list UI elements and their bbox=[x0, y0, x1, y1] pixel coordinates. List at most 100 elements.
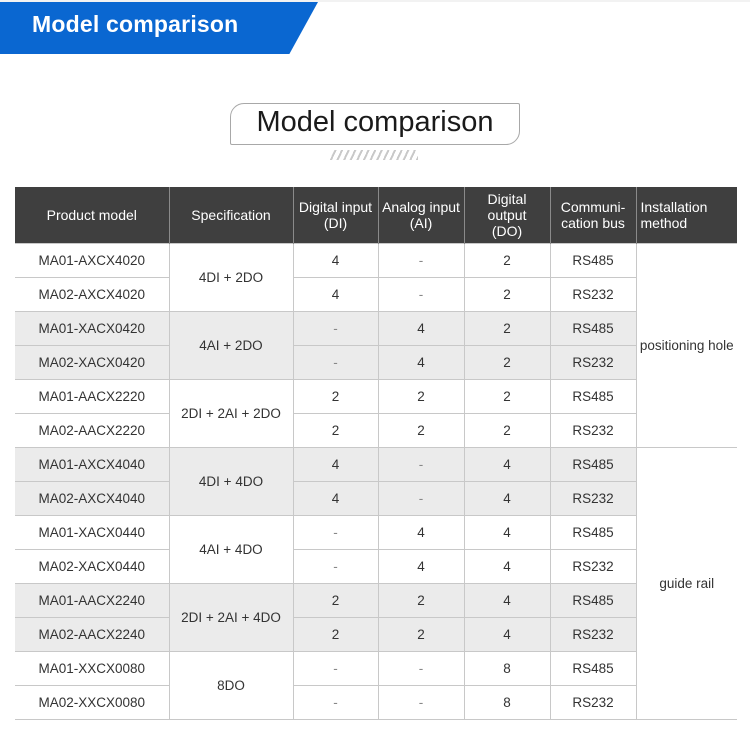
cell-product-model: MA01-XXCX0080 bbox=[15, 651, 170, 686]
cell-di: - bbox=[292, 651, 379, 686]
cell-ai: - bbox=[377, 243, 465, 278]
cell-do: 2 bbox=[463, 379, 551, 414]
model-comparison-table: Product model Specification Digital inpu… bbox=[15, 187, 737, 720]
cell-ai: - bbox=[377, 685, 465, 720]
cell-product-model: MA02-AACX2220 bbox=[15, 413, 170, 448]
cell-do: 2 bbox=[463, 311, 551, 346]
cell-do: 4 bbox=[463, 447, 551, 482]
header-product-model: Product model bbox=[15, 187, 169, 244]
cell-communication-bus: RS485 bbox=[549, 515, 637, 550]
header-communication-bus: Communi-cation bus bbox=[549, 187, 636, 244]
cell-product-model: MA01-AXCX4020 bbox=[15, 243, 170, 278]
cell-specification: 4DI + 2DO bbox=[168, 243, 294, 312]
cell-communication-bus: RS232 bbox=[549, 345, 637, 380]
cell-ai: 2 bbox=[377, 379, 465, 414]
header-analog-input: Analog input (AI) bbox=[377, 187, 464, 244]
cell-do: 4 bbox=[463, 515, 551, 550]
cell-di: 4 bbox=[292, 277, 379, 312]
cell-communication-bus: RS232 bbox=[549, 481, 637, 516]
cell-di: 4 bbox=[292, 243, 379, 278]
table-row: MA02-AXCX4020 4-2 RS232 bbox=[15, 277, 737, 312]
table-row: MA02-XXCX0080- -8 RS232 bbox=[15, 685, 737, 720]
cell-do: 8 bbox=[463, 651, 551, 686]
cell-di: 4 bbox=[292, 481, 379, 516]
cell-do: 4 bbox=[463, 583, 551, 618]
cell-specification: 4AI + 2DO bbox=[168, 311, 294, 380]
cell-product-model: MA01-XACX0440 bbox=[15, 515, 170, 550]
cell-di: - bbox=[292, 549, 379, 584]
cell-installation-method: guide rail bbox=[635, 447, 737, 720]
table-row: MA02-XACX0420 -4 2 RS232 bbox=[15, 345, 737, 380]
cell-ai: 2 bbox=[377, 583, 465, 618]
cell-communication-bus: RS232 bbox=[549, 549, 637, 584]
cell-ai: 4 bbox=[377, 515, 465, 550]
cell-specification: 2DI + 2AI + 4DO bbox=[168, 583, 294, 652]
table-header-row: Product model Specification Digital inpu… bbox=[15, 187, 737, 244]
top-strip bbox=[0, 0, 750, 2]
cell-do: 2 bbox=[463, 413, 551, 448]
cell-ai: - bbox=[377, 651, 465, 686]
heading-title: Model comparison bbox=[256, 106, 494, 138]
cell-communication-bus: RS232 bbox=[549, 413, 637, 448]
cell-di: 2 bbox=[292, 413, 379, 448]
header-digital-input: Digital input (DI) bbox=[292, 187, 378, 244]
cell-ai: 4 bbox=[377, 345, 465, 380]
cell-communication-bus: RS485 bbox=[549, 447, 637, 482]
table-row: MA01-AXCX4040 4DI + 4DO 4-4 RS485 guide rail bbox=[15, 447, 737, 720]
cell-di: 2 bbox=[292, 379, 379, 414]
cell-specification: 4DI + 4DO bbox=[168, 447, 294, 516]
cell-product-model: MA01-XACX0420 bbox=[15, 311, 170, 346]
cell-communication-bus: RS232 bbox=[549, 685, 637, 720]
cell-installation-method: positioning hole bbox=[635, 243, 737, 448]
cell-di: - bbox=[292, 345, 379, 380]
cell-specification: 2DI + 2AI + 2DO bbox=[168, 379, 294, 448]
cell-communication-bus: RS485 bbox=[549, 379, 637, 414]
cell-ai: - bbox=[377, 447, 465, 482]
table-row: MA02-AACX2240 2 2 4 RS232 bbox=[15, 617, 737, 652]
cell-communication-bus: RS485 bbox=[549, 583, 637, 618]
cell-communication-bus: RS485 bbox=[549, 651, 637, 686]
cell-product-model: MA02-AXCX4040 bbox=[15, 481, 170, 516]
cell-product-model: MA02-XACX0440 bbox=[15, 549, 170, 584]
cell-product-model: MA02-XXCX0080 bbox=[15, 685, 170, 720]
cell-ai: 2 bbox=[377, 617, 465, 652]
cell-do: 4 bbox=[463, 617, 551, 652]
cell-ai: - bbox=[377, 481, 465, 516]
cell-ai: 2 bbox=[377, 413, 465, 448]
cell-do: 4 bbox=[463, 549, 551, 584]
table-row: MA01-AACX2220 2DI + 2AI + 2DO 2 2 2 RS485 bbox=[15, 379, 737, 448]
header-specification: Specification bbox=[168, 187, 293, 244]
decorative-hatch bbox=[330, 150, 418, 160]
cell-specification: 8DO bbox=[168, 651, 294, 720]
table-row: MA01-XXCX0080 8DO - -8 RS485 bbox=[15, 651, 737, 720]
cell-di: 4 bbox=[292, 447, 379, 482]
cell-communication-bus: RS485 bbox=[549, 311, 637, 346]
cell-communication-bus: RS232 bbox=[549, 617, 637, 652]
cell-di: - bbox=[292, 685, 379, 720]
heading-box: Model comparison bbox=[230, 103, 520, 145]
cell-do: 2 bbox=[463, 277, 551, 312]
cell-communication-bus: RS485 bbox=[549, 243, 637, 278]
cell-specification: 4AI + 4DO bbox=[168, 515, 294, 584]
cell-do: 4 bbox=[463, 481, 551, 516]
banner-title: Model comparison bbox=[32, 11, 239, 37]
cell-do: 2 bbox=[463, 243, 551, 278]
cell-ai: - bbox=[377, 277, 465, 312]
table-row: MA02-AACX2220 2 2 2 RS232 bbox=[15, 413, 737, 448]
table-row: MA01-XACX0420 4AI + 2DO -4 2 RS485 bbox=[15, 311, 737, 380]
cell-ai: 4 bbox=[377, 311, 465, 346]
table-row: MA01-AACX2240 2DI + 2AI + 4DO 2 2 4 RS485 bbox=[15, 583, 737, 652]
cell-product-model: MA02-AXCX4020 bbox=[15, 277, 170, 312]
cell-di: 2 bbox=[292, 583, 379, 618]
cell-ai: 4 bbox=[377, 549, 465, 584]
cell-product-model: MA01-AACX2220 bbox=[15, 379, 170, 414]
cell-do: 2 bbox=[463, 345, 551, 380]
cell-product-model: MA01-AXCX4040 bbox=[15, 447, 170, 482]
cell-di: 2 bbox=[292, 617, 379, 652]
cell-di: - bbox=[292, 311, 379, 346]
header-installation-method: Installation method bbox=[635, 187, 737, 244]
cell-do: 8 bbox=[463, 685, 551, 720]
table-row: MA01-AXCX4020 4DI + 2DO 4-2 RS485 positionin… bbox=[15, 243, 737, 448]
cell-product-model: MA02-XACX0420 bbox=[15, 345, 170, 380]
cell-product-model: MA01-AACX2240 bbox=[15, 583, 170, 618]
